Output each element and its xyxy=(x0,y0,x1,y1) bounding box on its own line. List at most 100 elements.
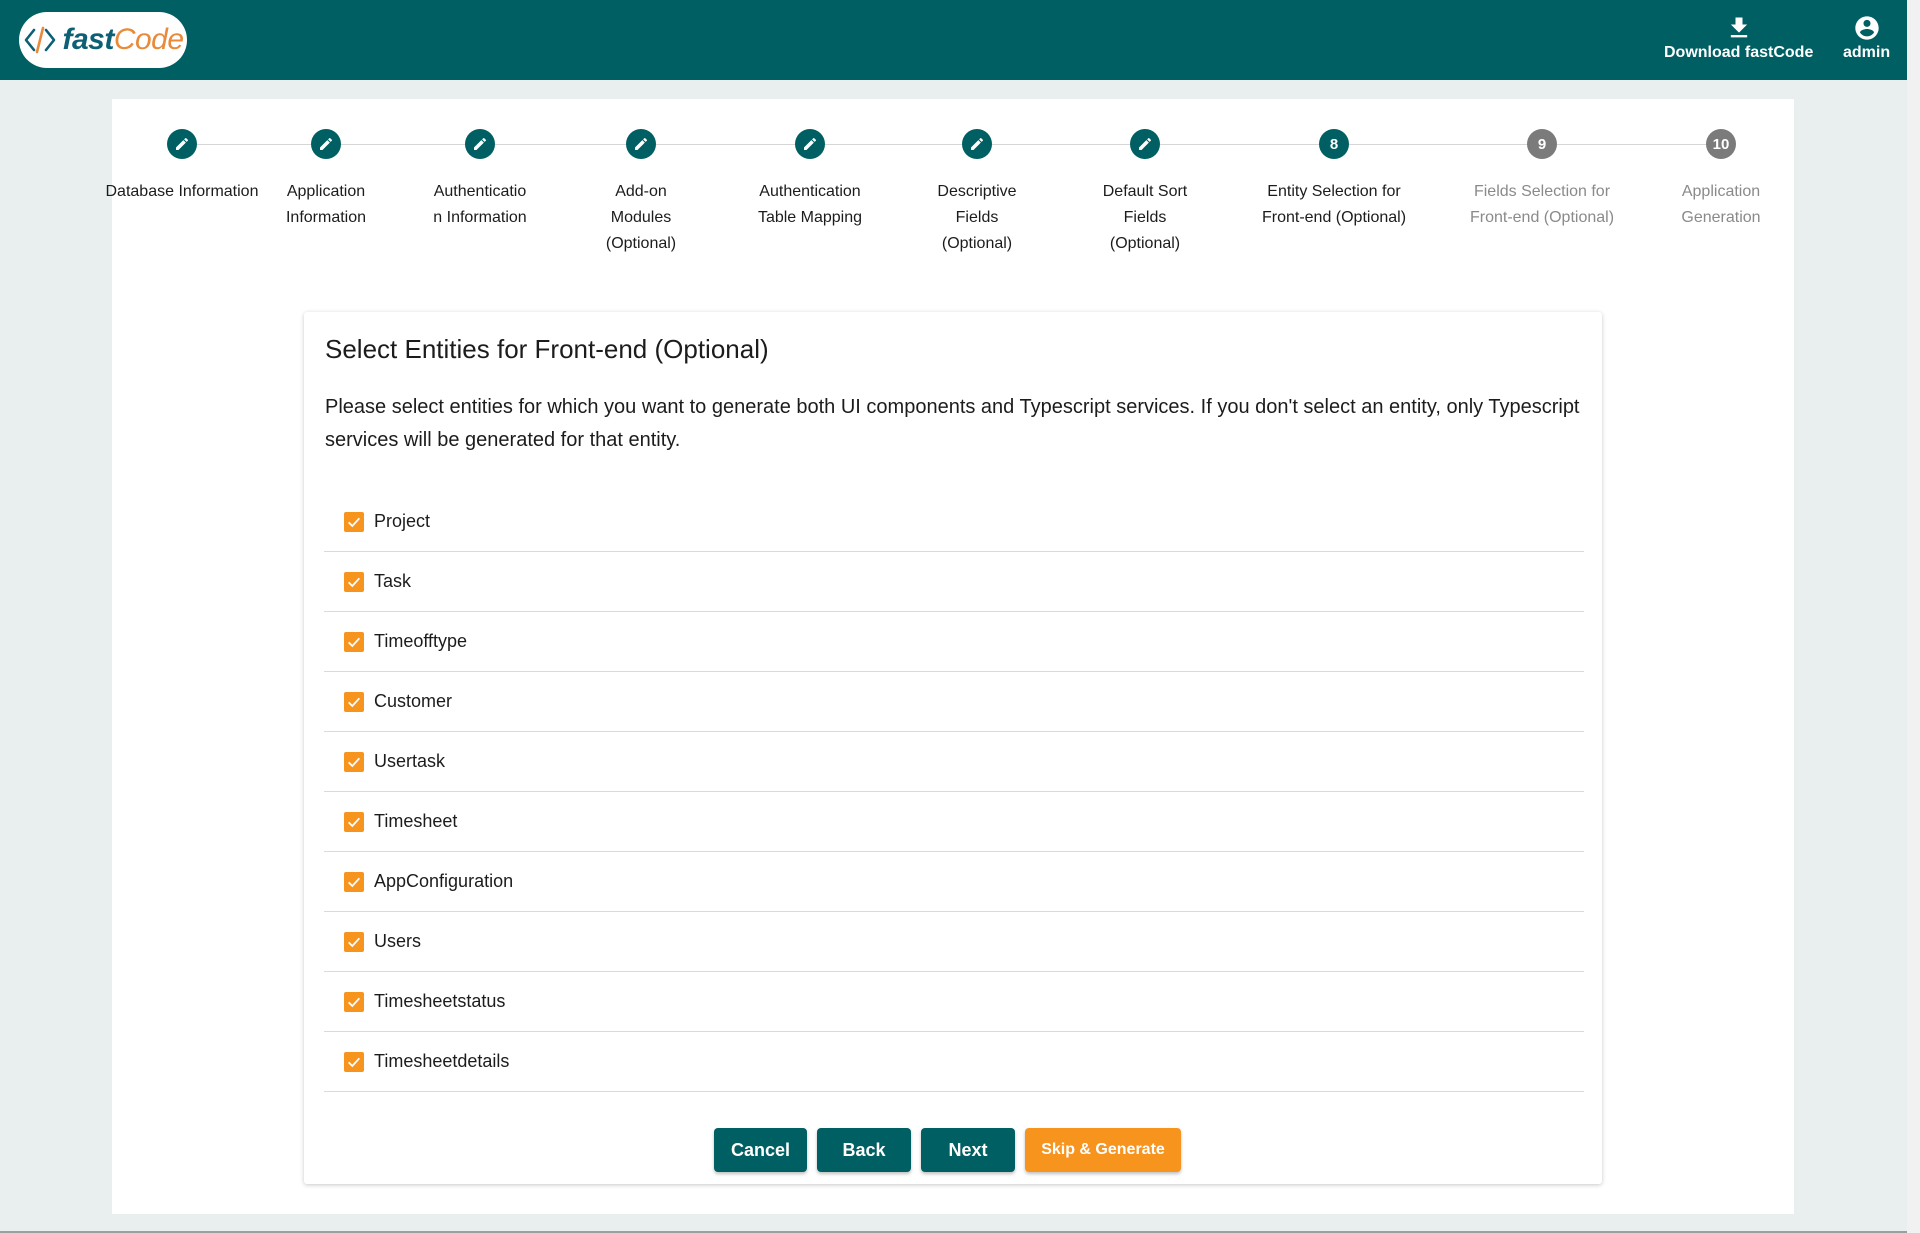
entity-label-appconfiguration[interactable]: AppConfiguration xyxy=(374,871,513,892)
entity-label-project[interactable]: Project xyxy=(374,511,430,532)
check-icon xyxy=(348,757,360,767)
step-10[interactable]: 10 Application Generation xyxy=(1641,129,1801,231)
pencil-icon xyxy=(320,137,333,150)
step-1-circle xyxy=(167,129,197,159)
admin-menu-button[interactable]: admin xyxy=(1843,14,1890,62)
card-title: Select Entities for Front-end (Optional) xyxy=(325,334,769,364)
entity-label-timesheetstatus[interactable]: Timesheetstatus xyxy=(374,991,505,1012)
entity-row-usertask: Usertask xyxy=(324,732,1584,792)
step-1-label: Database Information xyxy=(105,183,259,200)
wizard-stepper: Database Information Application Informa… xyxy=(106,99,1794,279)
entity-checkbox-project[interactable] xyxy=(344,511,364,532)
step-2[interactable]: Application Information xyxy=(246,129,406,231)
step-7[interactable]: Default Sort Fields (Optional) xyxy=(1065,129,1225,257)
entity-label-timesheetdetails[interactable]: Timesheetdetails xyxy=(374,1051,509,1072)
download-label: Download fastCode xyxy=(1664,44,1814,61)
step-3[interactable]: Authenticatio n Information xyxy=(400,129,560,231)
next-button[interactable]: Next xyxy=(921,1128,1015,1172)
check-icon xyxy=(348,637,360,647)
step-7-circle xyxy=(1130,129,1160,159)
step-3-label: Authenticatio n Information xyxy=(433,183,527,226)
pencil-icon xyxy=(474,137,487,150)
step-5[interactable]: Authentication Table Mapping xyxy=(730,129,890,231)
entity-label-users[interactable]: Users xyxy=(374,931,421,952)
entity-row-project: Project xyxy=(324,492,1584,552)
check-icon xyxy=(348,877,360,887)
entity-label-timesheet[interactable]: Timesheet xyxy=(374,811,457,832)
card-description: Please select entities for which you wan… xyxy=(325,396,1580,451)
entity-label-usertask[interactable]: Usertask xyxy=(374,751,445,772)
entity-checkbox-timesheetdetails[interactable] xyxy=(344,1051,364,1072)
entity-checkbox-timesheetstatus[interactable] xyxy=(344,991,364,1012)
step-4[interactable]: Add-on Modules (Optional) xyxy=(561,129,721,257)
entity-checkbox-usertask[interactable] xyxy=(344,751,364,772)
entity-row-timeofftype: Timeofftype xyxy=(324,612,1584,672)
pencil-icon xyxy=(1139,137,1152,150)
step-10-circle: 10 xyxy=(1706,129,1736,159)
entity-checkbox-task[interactable] xyxy=(344,571,364,592)
step-4-circle xyxy=(626,129,656,159)
step-9[interactable]: 9 Fields Selection for Front-end (Option… xyxy=(1462,129,1622,231)
check-icon xyxy=(348,1057,360,1067)
entity-checkbox-timeofftype[interactable] xyxy=(344,631,364,652)
entity-row-task: Task xyxy=(324,552,1584,612)
code-brackets-icon xyxy=(25,26,56,54)
step-7-label: Default Sort Fields (Optional) xyxy=(1102,183,1188,252)
step-6[interactable]: Descriptive Fields (Optional) xyxy=(897,129,1057,257)
pencil-icon xyxy=(176,137,189,150)
logo-text: fastCode xyxy=(62,23,184,57)
check-icon xyxy=(348,517,360,527)
entity-row-appconfiguration: AppConfiguration xyxy=(324,852,1584,912)
wizard-actions: Cancel Back Next Skip & Generate xyxy=(304,1128,1602,1172)
step-6-label: Descriptive Fields (Optional) xyxy=(937,183,1017,252)
step-1[interactable]: Database Information xyxy=(102,129,262,205)
page-scrollbar[interactable] xyxy=(1907,0,1920,1233)
entity-checkbox-customer[interactable] xyxy=(344,691,364,712)
entity-label-timeofftype[interactable]: Timeofftype xyxy=(374,631,467,652)
step-4-label: Add-on Modules (Optional) xyxy=(605,183,677,252)
cancel-button[interactable]: Cancel xyxy=(714,1128,807,1172)
step-2-circle xyxy=(311,129,341,159)
step-9-label: Fields Selection for Front-end (Optional… xyxy=(1469,183,1615,226)
check-icon xyxy=(348,817,360,827)
entity-row-users: Users xyxy=(324,912,1584,972)
step-2-label: Application Information xyxy=(285,183,367,226)
entity-row-timesheetdetails: Timesheetdetails xyxy=(324,1032,1584,1092)
entity-list: Project Task Timeofftype Customer Userta… xyxy=(324,492,1584,1092)
entity-row-timesheet: Timesheet xyxy=(324,792,1584,852)
pencil-icon xyxy=(804,137,817,150)
entity-checkbox-timesheet[interactable] xyxy=(344,811,364,832)
back-button[interactable]: Back xyxy=(817,1128,911,1172)
logo-text-fast: fast xyxy=(62,23,114,56)
entity-label-task[interactable]: Task xyxy=(374,571,411,592)
download-icon xyxy=(1730,17,1747,38)
step-5-circle xyxy=(795,129,825,159)
step-8-label: Entity Selection for Front-end (Optional… xyxy=(1261,183,1407,226)
app-header: fastCode Download fastCode admin xyxy=(0,0,1907,80)
step-3-circle xyxy=(465,129,495,159)
download-fastcode-button[interactable]: Download fastCode xyxy=(1664,14,1813,62)
fastcode-logo[interactable]: fastCode xyxy=(19,12,187,68)
entity-checkbox-users[interactable] xyxy=(344,931,364,952)
step-10-label: Application Generation xyxy=(1681,183,1761,226)
entity-selection-card: Select Entities for Front-end (Optional)… xyxy=(304,312,1602,1184)
wizard-panel: Database Information Application Informa… xyxy=(106,99,1794,1214)
check-icon xyxy=(348,997,360,1007)
logo-text-code: Code xyxy=(113,23,184,56)
step-9-circle: 9 xyxy=(1527,129,1557,159)
step-5-label: Authentication Table Mapping xyxy=(757,183,863,226)
entity-checkbox-appconfiguration[interactable] xyxy=(344,871,364,892)
step-8-circle: 8 xyxy=(1319,129,1349,159)
entity-row-customer: Customer xyxy=(324,672,1584,732)
pencil-icon xyxy=(971,137,984,150)
pencil-icon xyxy=(635,137,648,150)
account-circle-icon xyxy=(1854,16,1879,40)
admin-label: admin xyxy=(1843,44,1891,61)
entity-row-timesheetstatus: Timesheetstatus xyxy=(324,972,1584,1032)
step-6-circle xyxy=(962,129,992,159)
step-8[interactable]: 8 Entity Selection for Front-end (Option… xyxy=(1254,129,1414,231)
skip-and-generate-button[interactable]: Skip & Generate xyxy=(1025,1128,1181,1172)
check-icon xyxy=(348,937,360,947)
entity-label-customer[interactable]: Customer xyxy=(374,691,452,712)
check-icon xyxy=(348,697,360,707)
